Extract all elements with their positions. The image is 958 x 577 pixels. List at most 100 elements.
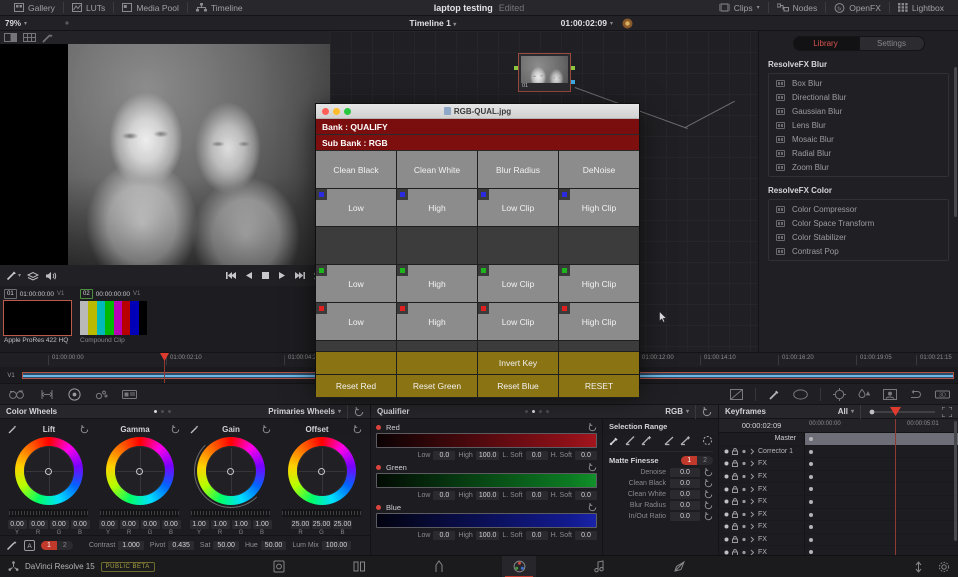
maximize-icon[interactable] [344, 107, 351, 115]
keyframe-row[interactable]: FX [719, 521, 958, 534]
toolbar-item-nodes[interactable]: Nodes [769, 0, 826, 16]
effects-list-item[interactable]: Color Stabilizer [769, 230, 948, 244]
panel-button[interactable] [397, 352, 478, 375]
window-icon[interactable] [122, 389, 137, 400]
node-sizing-icon[interactable] [40, 389, 54, 400]
matte-page-2[interactable]: 2 [697, 456, 713, 465]
clip-thumbnail-02[interactable]: 02 00:00:00:00 V1 Compound Clip [80, 289, 148, 352]
effects-list-item[interactable]: Color Space Transform [769, 216, 948, 230]
wheel-master-slider[interactable] [100, 509, 179, 517]
toolbar-item-openfx[interactable]: fx OpenFX [826, 0, 889, 16]
matte-page-switch[interactable]: 1 2 [681, 456, 713, 465]
panel-button[interactable]: High [397, 265, 478, 303]
reset-wheel-icon[interactable] [353, 424, 362, 434]
panel-button[interactable]: Low Clip [478, 265, 559, 303]
panel-button[interactable] [478, 341, 559, 352]
qualifier-channel-gradient[interactable] [376, 513, 597, 528]
wheel-value[interactable]: 0.00 [98, 520, 118, 529]
enable-dot-icon[interactable] [724, 474, 729, 479]
lock-icon[interactable] [732, 523, 738, 531]
panel-button[interactable] [559, 227, 639, 265]
timeline-playhead[interactable] [160, 353, 169, 384]
stereo-icon[interactable]: 3D [935, 389, 950, 400]
keyframe-marker[interactable] [809, 449, 813, 454]
chevron-right-icon[interactable] [750, 460, 755, 467]
panel-button[interactable]: High Clip [559, 189, 639, 227]
key-icon[interactable] [883, 388, 897, 400]
curves-icon[interactable] [730, 388, 743, 400]
reset-qualifier-icon[interactable] [702, 406, 712, 417]
reset-matte-icon[interactable] [704, 490, 713, 499]
panel-button[interactable]: RESET [559, 375, 639, 398]
lock-icon[interactable] [732, 460, 738, 468]
source-node[interactable]: 01 [514, 53, 575, 92]
effects-list-item[interactable]: Lens Blur [769, 118, 948, 132]
wheel-picker-icon[interactable] [8, 424, 18, 434]
reset-channel-icon[interactable] [588, 503, 597, 512]
tracker-icon[interactable] [833, 387, 846, 401]
tab-settings[interactable]: Settings [858, 36, 925, 51]
page-dots[interactable] [525, 410, 550, 413]
keyframe-marker[interactable] [809, 462, 813, 467]
toolbar-item-timeline[interactable]: Timeline [188, 0, 251, 16]
panel-button[interactable]: Blur Radius [478, 151, 559, 189]
matte-value[interactable]: 0.0 [670, 512, 700, 521]
toolbar-item-lightbox[interactable]: Lightbox [890, 0, 952, 16]
keyframe-marker[interactable] [809, 512, 813, 517]
magic-mask-icon[interactable] [42, 33, 54, 43]
visibility-icon[interactable] [741, 512, 747, 517]
auto-balance-icon[interactable] [6, 540, 18, 551]
lock-icon[interactable] [732, 473, 738, 481]
panel-button[interactable] [397, 341, 478, 352]
jump-to-start-button[interactable] [226, 271, 237, 280]
keyframe-track[interactable] [804, 458, 958, 470]
panel-button[interactable]: High Clip [559, 303, 639, 341]
keyframe-track[interactable] [804, 445, 958, 458]
expand-icon[interactable] [942, 406, 952, 417]
chevron-right-icon[interactable] [750, 536, 755, 543]
matte-value[interactable]: 0.0 [670, 468, 700, 477]
effects-list-item[interactable]: Zoom Blur [769, 160, 948, 174]
keyframe-track[interactable] [804, 521, 958, 533]
qualifier-channel-gradient[interactable] [376, 473, 597, 488]
matte-page-1[interactable]: 1 [681, 456, 698, 465]
keyframes-ruler[interactable]: 00:00:02:09 00:00:00:00 00:00:05:01 [719, 419, 958, 433]
status-deliver-page[interactable] [662, 556, 696, 577]
clip-thumb-image[interactable] [3, 300, 72, 336]
color-wheel-ring[interactable] [287, 437, 356, 505]
wheel-master-slider[interactable] [9, 509, 88, 517]
chevron-down-icon[interactable]: ▾ [686, 408, 689, 415]
lock-icon[interactable] [732, 485, 738, 493]
field-value[interactable]: 0.0 [525, 530, 548, 540]
wheel-handle[interactable] [136, 467, 143, 475]
viewer-image[interactable] [68, 44, 330, 265]
enable-dot-icon[interactable] [724, 537, 729, 542]
pick-minus-icon[interactable] [625, 435, 636, 446]
clip-thumbnail-01[interactable]: 01 01:00:00:00 V1 Apple ProRes 422 HQ [3, 289, 72, 352]
reset-picker-icon[interactable] [702, 435, 713, 446]
window-titlebar[interactable]: RGB-QUAL.jpg [316, 104, 639, 119]
grid-view-icon[interactable] [23, 33, 36, 42]
node-output-port[interactable] [571, 66, 575, 70]
enable-dot-icon[interactable] [724, 524, 729, 529]
tab-library[interactable]: Library [792, 36, 859, 51]
chevron-right-icon[interactable] [750, 473, 755, 480]
param-value[interactable]: 0.435 [168, 541, 194, 550]
status-color-page[interactable] [502, 555, 536, 577]
reset-channel-icon[interactable] [588, 463, 597, 472]
visibility-icon[interactable] [741, 499, 747, 504]
sizing-icon[interactable] [909, 389, 923, 400]
wheel-value[interactable]: 25.00 [312, 520, 331, 529]
wheel-value[interactable]: 0.00 [140, 520, 160, 529]
wheel-value[interactable]: 0.00 [28, 520, 48, 529]
visibility-icon[interactable] [741, 461, 747, 466]
panel-button[interactable]: Low Clip [478, 189, 559, 227]
circle-target-icon[interactable] [68, 387, 81, 401]
param-value[interactable]: 1.000 [118, 541, 144, 550]
field-value[interactable]: 100.0 [475, 450, 500, 460]
close-icon[interactable] [322, 107, 329, 115]
keyframe-row[interactable]: Master [719, 433, 958, 446]
wheel-outer-ring[interactable] [193, 434, 268, 508]
page-dots[interactable] [154, 410, 172, 413]
field-value[interactable]: 0.0 [575, 530, 597, 540]
